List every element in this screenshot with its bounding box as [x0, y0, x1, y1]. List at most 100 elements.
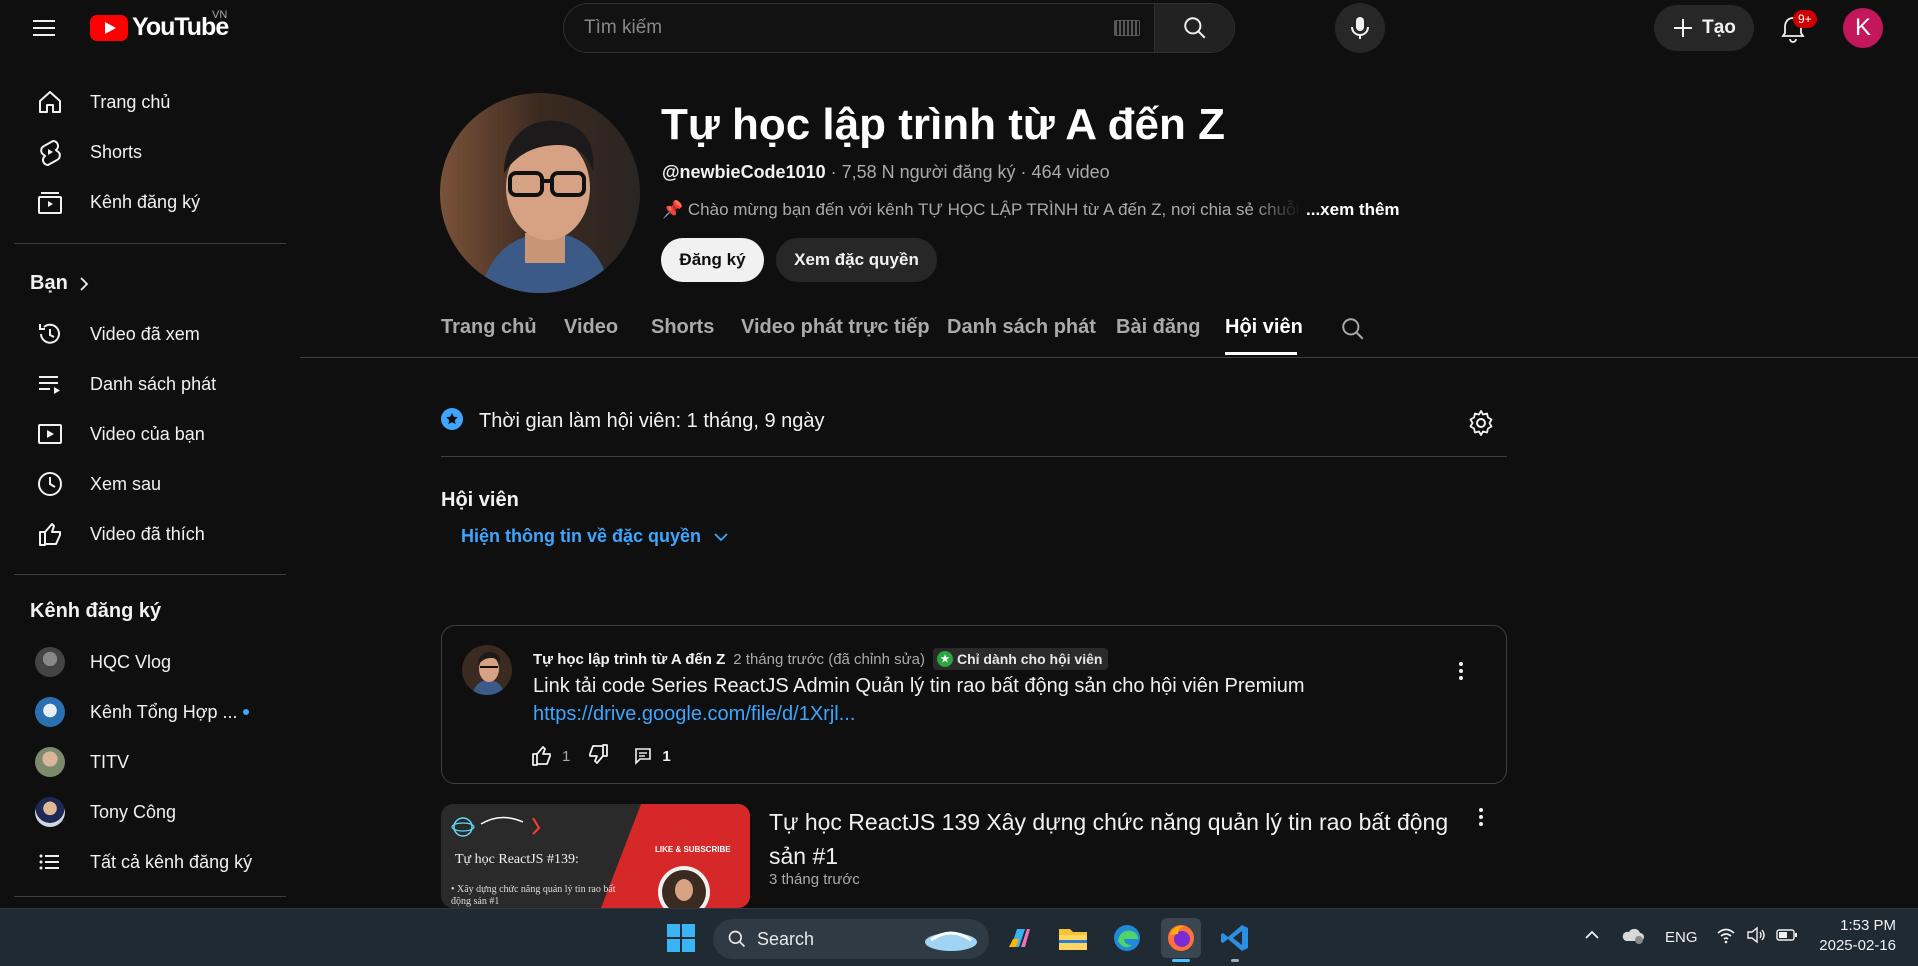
video-title[interactable]: Tự học ReactJS 139 Xây dựng chức năng qu…	[769, 805, 1449, 873]
shorts-icon	[30, 138, 70, 166]
menu-icon[interactable]	[24, 12, 64, 44]
comments-button[interactable]: 1	[634, 747, 671, 765]
sidebar-divider	[14, 896, 286, 897]
thumb-bullet: • Xây dựng chức năng quản lý tin rao bất…	[451, 884, 616, 907]
voice-search-button[interactable]	[1335, 3, 1385, 53]
channel-avatar	[35, 747, 65, 777]
taskbar-edge[interactable]	[1107, 918, 1147, 958]
channel-description[interactable]: 📌 Chào mừng bạn đến với kênh TỰ HỌC LẬP …	[662, 200, 1414, 220]
search-input[interactable]	[564, 4, 1114, 52]
sidebar-sub-channel[interactable]: Tony Công	[14, 788, 284, 836]
post-time: 2 tháng trước (đã chỉnh sửa)	[733, 650, 925, 668]
system-tray-status[interactable]	[1716, 926, 1798, 944]
mic-icon	[1351, 17, 1369, 39]
tab-home[interactable]: Trang chủ	[441, 316, 537, 339]
channel-avatar	[35, 797, 65, 827]
search-icon	[728, 930, 746, 948]
sidebar-item-home[interactable]: Trang chủ	[14, 78, 284, 126]
clock[interactable]: 1:53 PM 2025-02-16	[1810, 917, 1896, 954]
membership-divider	[441, 456, 1507, 457]
sidebar-item-subscriptions[interactable]: Kênh đăng ký	[14, 178, 284, 226]
volume-icon	[1747, 926, 1765, 944]
firefox-icon	[1168, 925, 1194, 951]
wifi-icon	[1717, 928, 1735, 944]
sidebar-item-label: Xem sau	[90, 473, 162, 494]
sidebar-you-heading[interactable]: Bạn	[30, 272, 90, 295]
sidebar-item-history[interactable]: Video đã xem	[14, 310, 284, 358]
active-tab-indicator	[1225, 352, 1297, 355]
membership-duration: Thời gian làm hội viên: 1 tháng, 9 ngày	[479, 410, 825, 432]
channel-search-button[interactable]	[1340, 316, 1366, 347]
your-videos-icon	[30, 420, 70, 448]
tray-overflow-button[interactable]	[1584, 928, 1600, 946]
tab-membership[interactable]: Hội viên	[1225, 316, 1303, 339]
search-bar	[563, 3, 1235, 53]
post-link[interactable]: https://drive.google.com/file/d/1Xrjl...	[533, 703, 855, 726]
tab-posts[interactable]: Bài đăng	[1116, 316, 1200, 339]
taskbar-firefox[interactable]	[1161, 918, 1201, 958]
view-perks-button[interactable]: Xem đặc quyền	[776, 238, 937, 282]
language-indicator[interactable]: ENG	[1665, 929, 1698, 946]
channel-avatar-slot	[30, 697, 70, 727]
channel-avatar-slot	[30, 647, 70, 677]
channel-avatar-slot	[30, 747, 70, 777]
tab-live[interactable]: Video phát trực tiếp	[741, 316, 930, 339]
keyboard-icon[interactable]	[1114, 20, 1140, 36]
youtube-logo[interactable]: YouTube	[90, 13, 229, 42]
start-button[interactable]	[661, 918, 701, 958]
sidebar-item-label: Danh sách phát	[90, 373, 217, 394]
tab-playlists[interactable]: Danh sách phát	[947, 316, 1096, 339]
sidebar-item-liked-videos[interactable]: Video đã thích	[14, 510, 284, 558]
post-actions: 1 1	[530, 742, 671, 770]
like-icon	[30, 520, 70, 548]
taskbar-search-label: Search	[757, 928, 815, 949]
show-more-link[interactable]: ...xem thêm	[1306, 200, 1400, 220]
like-button[interactable]: 1	[530, 744, 570, 768]
show-perks-link[interactable]: Hiện thông tin về đặc quyền	[461, 526, 729, 547]
dislike-button[interactable]	[586, 742, 610, 770]
list-icon	[30, 848, 70, 876]
membership-settings-button[interactable]	[1467, 409, 1495, 437]
onedrive-icon[interactable]	[1621, 925, 1645, 950]
sidebar-sub-channel[interactable]: TITV	[14, 738, 284, 786]
video-time: 3 tháng trước	[769, 871, 860, 888]
vscode-icon	[1221, 925, 1248, 951]
taskbar-vscode[interactable]	[1215, 918, 1255, 958]
account-avatar[interactable]: K	[1843, 8, 1883, 48]
sidebar-sub-channel[interactable]: HQC Vlog	[14, 638, 284, 686]
sidebar-item-all-subscriptions[interactable]: Tất cả kênh đăng ký	[14, 838, 284, 886]
search-button[interactable]	[1154, 4, 1234, 52]
post-header: Tự học lập trình từ A đến Z 2 tháng trướ…	[533, 648, 1109, 670]
sidebar-sub-channel[interactable]: Kênh Tổng Hợp ...	[14, 688, 284, 736]
home-icon	[30, 88, 70, 116]
sidebar-divider	[14, 574, 286, 575]
membership-heading: Hội viên	[441, 489, 519, 511]
description-text: 📌 Chào mừng bạn đến với kênh TỰ HỌC LẬP …	[662, 200, 1302, 219]
sidebar-item-label: Video đã thích	[90, 523, 205, 544]
channel-avatar-large[interactable]	[440, 93, 640, 293]
like-count: 1	[562, 747, 571, 765]
sidebar-item-watch-later[interactable]: Xem sau	[14, 460, 284, 508]
tab-shorts[interactable]: Shorts	[651, 316, 714, 339]
sidebar-item-label: Trang chủ	[90, 91, 171, 112]
subscribe-button[interactable]: Đăng ký	[661, 238, 764, 282]
taskbar-copilot[interactable]	[1000, 918, 1040, 958]
video-thumbnail[interactable]: Tự học ReactJS #139: • Xây dựng chức năn…	[441, 804, 750, 908]
taskbar-search[interactable]: Search	[713, 919, 989, 959]
channel-stats: · 7,58 N người đăng ký · 464 video	[825, 162, 1110, 182]
create-button[interactable]: Tạo	[1654, 5, 1754, 51]
gear-icon	[1469, 410, 1493, 436]
taskbar-file-explorer[interactable]	[1053, 918, 1093, 958]
membership-star-icon	[441, 408, 463, 430]
post-author-avatar[interactable]	[462, 645, 512, 695]
create-label: Tạo	[1702, 17, 1736, 38]
post-more-button[interactable]	[1449, 659, 1473, 683]
youtube-play-icon	[90, 14, 128, 41]
sidebar-item-your-videos[interactable]: Video của bạn	[14, 410, 284, 458]
sidebar: Trang chủ Shorts Kênh đăng ký Bạn Video …	[0, 56, 300, 908]
sidebar-item-shorts[interactable]: Shorts	[14, 128, 284, 176]
tab-videos[interactable]: Video	[564, 316, 618, 339]
sidebar-item-playlists[interactable]: Danh sách phát	[14, 360, 284, 408]
video-more-button[interactable]	[1469, 805, 1493, 829]
post-author[interactable]: Tự học lập trình từ A đến Z	[533, 651, 725, 668]
